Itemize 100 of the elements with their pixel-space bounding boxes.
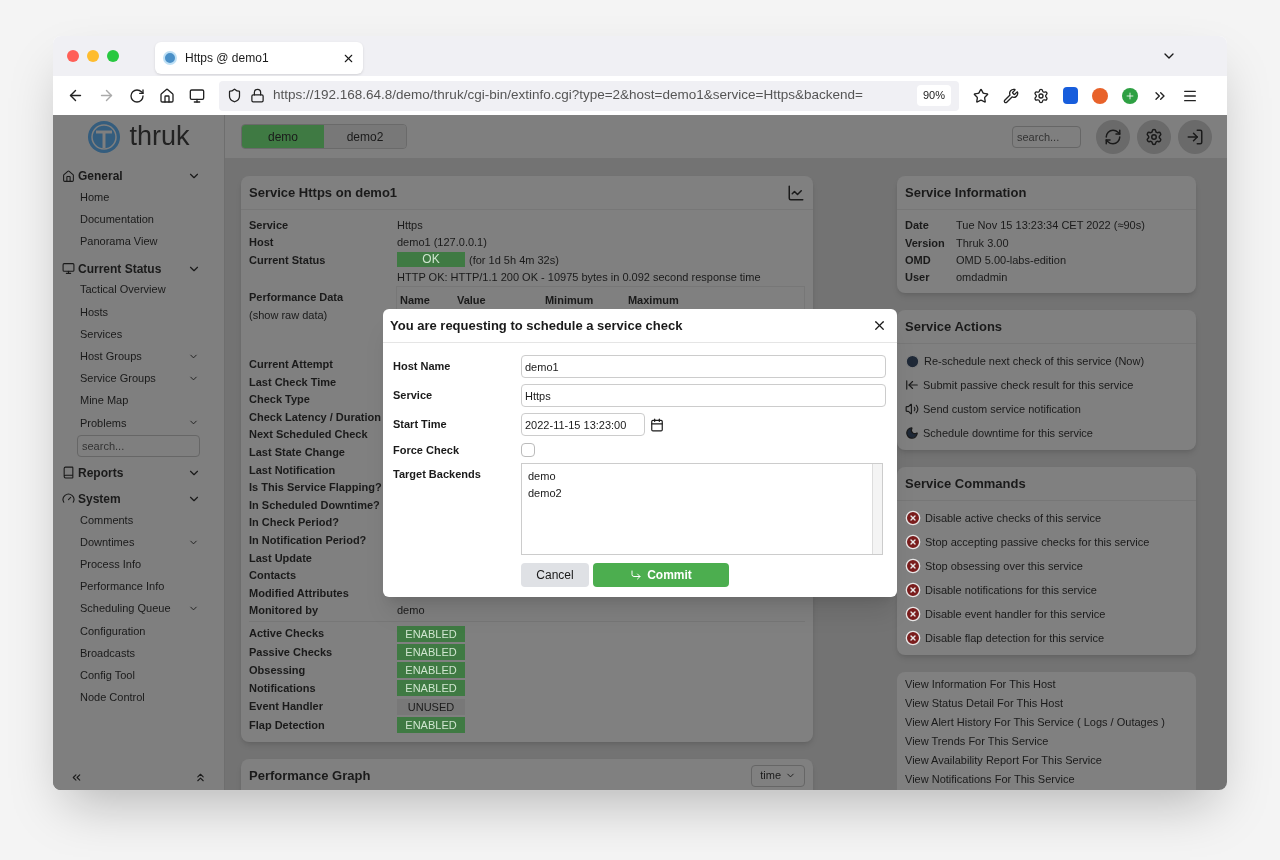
disable-icon (905, 606, 921, 623)
action-link[interactable]: Re-schedule next check of this service (Now) (924, 352, 1145, 370)
form-label: Start Time (393, 417, 448, 433)
text-field[interactable]: demo1 (521, 355, 886, 378)
settings-button[interactable] (1137, 119, 1171, 154)
speaker-icon (905, 402, 919, 417)
disable-icon (905, 630, 921, 647)
card-title: Service Commands (905, 474, 1026, 493)
scrollbar[interactable] (872, 464, 882, 554)
gauge-icon (62, 492, 75, 506)
command-link[interactable]: Disable flap detection for this service (925, 629, 1105, 647)
plus-extension-icon[interactable] (1122, 87, 1138, 104)
command-link[interactable]: Disable active checks of this service (925, 509, 1102, 527)
sidebar-item[interactable]: Performance Info (62, 575, 215, 598)
logout-button[interactable] (1178, 119, 1212, 154)
time-select[interactable]: time (751, 764, 805, 787)
sidebar-section[interactable]: System (62, 488, 215, 509)
refresh-button[interactable] (1096, 119, 1130, 154)
commit-button[interactable]: Commit (593, 563, 729, 587)
sidebar-item[interactable]: Mine Map (62, 389, 215, 412)
field-label: Contacts (249, 568, 298, 584)
info-label: User (905, 270, 931, 286)
monitor-icon[interactable] (189, 87, 205, 104)
sidebar-item[interactable]: Downtimes (62, 531, 215, 554)
scroll-top-icon[interactable] (194, 771, 207, 784)
sidebar-section[interactable]: Reports (62, 462, 215, 483)
wrench-icon[interactable] (1003, 87, 1019, 104)
view-link[interactable]: View Notifications For This Service (905, 770, 1188, 790)
text-field[interactable]: Https (521, 384, 886, 407)
zoom-level[interactable]: 90% (916, 85, 951, 106)
field-label: Host (249, 235, 275, 250)
checkbox[interactable] (521, 443, 535, 457)
url-text: https://192.168.64.8/demo/thruk/cgi-bin/extinfo.cgi?type=2&host=demo1&service=Https&backend= (273, 86, 864, 105)
sidebar-item[interactable]: Host Groups (62, 345, 215, 368)
field-label: In Check Period? (249, 515, 340, 531)
reload-icon[interactable] (129, 87, 145, 104)
field-value: demo (397, 603, 425, 619)
status-badge: ENABLED (397, 662, 465, 679)
sidebar-item[interactable]: Service Groups (62, 367, 215, 390)
url-bar[interactable]: https://192.168.64.8/demo/thruk/cgi-bin/extinfo.cgi?type=2&host=demo1&service=Https&backend= 90% (219, 80, 959, 111)
field-label: Monitored by (249, 603, 320, 619)
home-icon[interactable] (159, 87, 175, 104)
monitor-icon (62, 262, 75, 276)
backend-tab[interactable]: demo (242, 125, 324, 148)
search-field[interactable]: search... (1012, 125, 1081, 148)
field-label: In Scheduled Downtime? (249, 497, 381, 513)
chart-icon[interactable] (787, 183, 805, 202)
sidebar-item[interactable]: Config Tool (62, 664, 215, 687)
back-icon[interactable] (67, 87, 84, 104)
view-link[interactable]: View Information For This Host (905, 675, 1188, 695)
sidebar-item[interactable]: Panorama View (62, 230, 215, 253)
sidebar-item[interactable]: Configuration (62, 619, 215, 642)
sidebar-item[interactable]: Problems (62, 411, 215, 434)
command-link[interactable]: Stop accepting passive checks for this service (925, 533, 1150, 551)
backend-list[interactable]: demo demo2 (521, 463, 883, 555)
sidebar-item[interactable]: Home (62, 186, 215, 209)
form-label: Host Name (393, 359, 452, 375)
backend-tab[interactable]: demo2 (324, 125, 406, 148)
field-label: Current Status (249, 252, 327, 268)
settings-icon[interactable] (1033, 87, 1049, 104)
sidebar-item[interactable]: Broadcasts (62, 642, 215, 665)
search-field[interactable]: search... (77, 434, 200, 457)
sidebar-section[interactable]: Current Status (62, 258, 215, 279)
enter-icon (630, 569, 643, 581)
sidebar-item[interactable]: Tactical Overview (62, 278, 215, 301)
command-link[interactable]: Disable notifications for this service (925, 581, 1097, 599)
sidebar-item[interactable]: Node Control (62, 686, 215, 709)
command-link[interactable]: Disable event handler for this service (925, 605, 1106, 623)
view-link[interactable]: View Alert History For This Service ( Logs / Outages ) (905, 713, 1188, 733)
form-label: Target Backends (393, 467, 482, 482)
view-link[interactable]: View Availability Report For This Service (905, 751, 1188, 771)
browser-tab[interactable]: Https @ demo1 (155, 42, 363, 74)
action-link[interactable]: Schedule downtime for this service (923, 424, 1093, 442)
sidebar-item[interactable]: Documentation (62, 208, 215, 231)
cancel-button[interactable]: Cancel (521, 563, 589, 587)
field-label: Next Scheduled Check (249, 427, 369, 443)
command-link[interactable]: Stop obsessing over this service (925, 557, 1083, 575)
close-icon[interactable] (872, 318, 887, 333)
logo-text: thruk (129, 120, 190, 154)
collapse-icon[interactable] (70, 771, 83, 784)
field-value: Https (397, 217, 423, 233)
sidebar-item[interactable]: Services (62, 322, 215, 346)
sidebar-item[interactable]: Hosts (62, 300, 215, 323)
sidebar-item[interactable]: Process Info (62, 553, 215, 576)
view-link[interactable]: View Status Detail For This Host (905, 694, 1188, 714)
list-option[interactable]: demo2 (528, 485, 866, 502)
field-label: Performance Data (249, 289, 345, 305)
sidebar-section[interactable]: General (62, 166, 215, 186)
bookmark-star-icon[interactable] (973, 87, 989, 104)
calendar-icon[interactable] (650, 417, 664, 432)
list-option[interactable]: demo (528, 468, 866, 485)
sidebar-item[interactable]: Comments (62, 508, 215, 532)
disable-icon (905, 510, 921, 527)
action-link[interactable]: Submit passive check result for this service (923, 376, 1134, 394)
sidebar-item[interactable]: Scheduling Queue (62, 597, 215, 620)
view-link[interactable]: View Trends For This Service (905, 732, 1188, 752)
disable-icon (905, 558, 921, 575)
date-time-field[interactable]: 2022-11-15 13:23:00 (521, 413, 645, 436)
action-link[interactable]: Send custom service notification (923, 400, 1081, 418)
card-title: Service Actions (905, 317, 1003, 336)
